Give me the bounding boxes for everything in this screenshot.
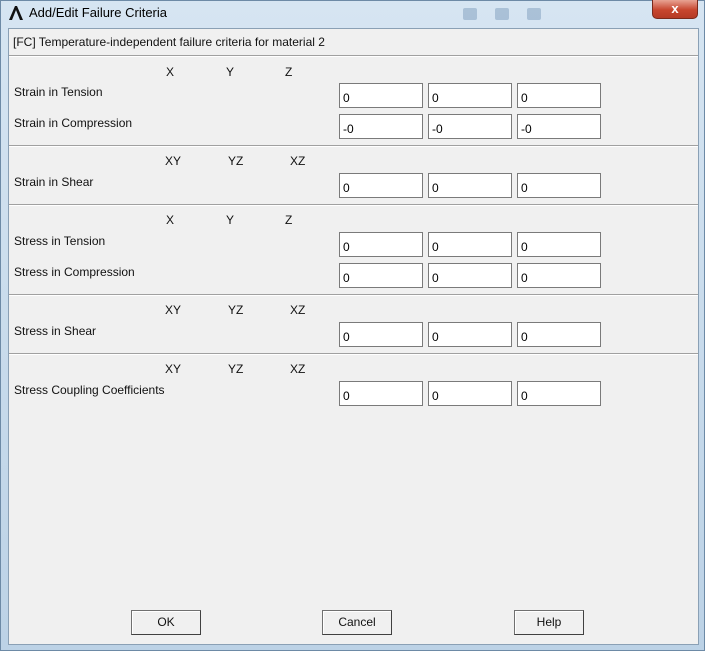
column-header: XZ [290, 303, 306, 317]
dialog-header: [FC] Temperature-independent failure cri… [9, 29, 698, 54]
column-header: XY [165, 362, 182, 376]
separator [9, 353, 698, 355]
column-header: Z [285, 213, 293, 227]
column-header: YZ [228, 303, 244, 317]
column-header: YZ [228, 362, 244, 376]
stress-shear-yz-input[interactable] [428, 322, 512, 347]
title-bar[interactable]: Add/Edit Failure Criteria x [1, 0, 705, 26]
stress-coupling-xz-input[interactable] [517, 381, 601, 406]
close-button[interactable]: x [652, 0, 698, 19]
strain-shear-xy-input[interactable] [339, 173, 423, 198]
column-header: XY [165, 303, 182, 317]
row-label-stress-compression: Stress in Compression [14, 265, 135, 279]
row-label-stress-shear: Stress in Shear [14, 324, 97, 338]
stress-tension-x-input[interactable] [339, 232, 423, 257]
stress-tension-y-input[interactable] [428, 232, 512, 257]
stress-coupling-yz-input[interactable] [428, 381, 512, 406]
ok-button[interactable]: OK [131, 610, 201, 635]
strain-compression-z-input[interactable] [517, 114, 601, 139]
strain-tension-z-input[interactable] [517, 83, 601, 108]
row-label-strain-compression: Strain in Compression [14, 116, 133, 130]
row-label-stress-tension: Stress in Tension [14, 234, 106, 248]
column-header: X [166, 65, 175, 79]
column-header: Y [226, 65, 235, 79]
separator [9, 55, 698, 57]
header-text: [FC] Temperature-independent failure cri… [13, 35, 325, 49]
column-header: XY [165, 154, 182, 168]
help-button[interactable]: Help [514, 610, 584, 635]
stress-shear-xy-input[interactable] [339, 322, 423, 347]
background-toolbar-ghost [463, 8, 593, 22]
stress-coupling-xy-input[interactable] [339, 381, 423, 406]
stress-shear-xz-input[interactable] [517, 322, 601, 347]
separator [9, 294, 698, 296]
strain-compression-y-input[interactable] [428, 114, 512, 139]
stress-compression-z-input[interactable] [517, 263, 601, 288]
strain-shear-xz-input[interactable] [517, 173, 601, 198]
strain-tension-x-input[interactable] [339, 83, 423, 108]
stress-compression-x-input[interactable] [339, 263, 423, 288]
column-header: XZ [290, 362, 306, 376]
separator [9, 145, 698, 147]
row-label-strain-tension: Strain in Tension [14, 85, 103, 99]
strain-shear-yz-input[interactable] [428, 173, 512, 198]
strain-tension-y-input[interactable] [428, 83, 512, 108]
column-header: X [166, 213, 175, 227]
ansys-logo-icon [9, 6, 23, 20]
dialog-window: Add/Edit Failure Criteria x [FC] Tempera… [0, 0, 705, 651]
strain-compression-x-input[interactable] [339, 114, 423, 139]
column-header: Z [285, 65, 293, 79]
row-label-strain-shear: Strain in Shear [14, 175, 94, 189]
dialog-body: [FC] Temperature-independent failure cri… [8, 28, 699, 645]
stress-compression-y-input[interactable] [428, 263, 512, 288]
stress-tension-z-input[interactable] [517, 232, 601, 257]
cancel-button[interactable]: Cancel [322, 610, 392, 635]
window-title: Add/Edit Failure Criteria [29, 5, 167, 20]
column-header: Y [226, 213, 235, 227]
column-header: YZ [228, 154, 244, 168]
column-header: XZ [290, 154, 306, 168]
row-label-stress-coupling: Stress Coupling Coefficients [14, 383, 165, 397]
separator [9, 204, 698, 206]
